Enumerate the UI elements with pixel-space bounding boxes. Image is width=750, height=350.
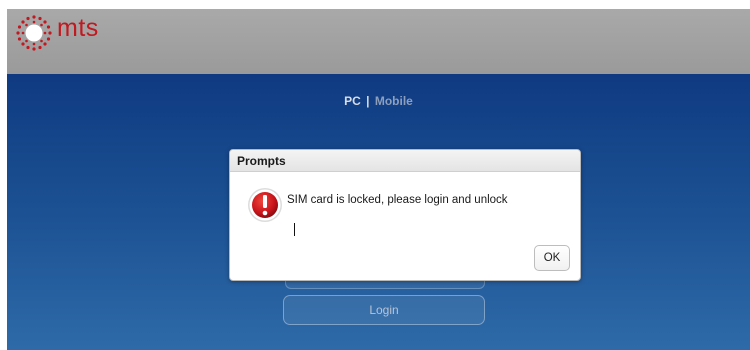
dialog-titlebar: Prompts: [230, 150, 580, 172]
view-switch: PC | Mobile: [7, 94, 750, 108]
router-login-page: mts PC | Mobile Login Prompts SIM card i…: [7, 9, 750, 350]
logo-wordmark: mts: [57, 14, 99, 42]
pc-view-link[interactable]: PC: [344, 94, 361, 108]
dialog-message: SIM card is locked, please login and unl…: [287, 194, 508, 206]
alert-icon: [248, 188, 282, 222]
text-cursor: [294, 223, 295, 236]
mts-logo-mark-icon: [16, 15, 52, 51]
top-header: mts: [7, 9, 750, 74]
dialog-title: Prompts: [237, 154, 286, 168]
ok-button[interactable]: OK: [534, 245, 570, 271]
view-switch-separator: |: [366, 94, 370, 108]
prompts-dialog: Prompts SIM card is locked, please login…: [229, 149, 581, 281]
login-button[interactable]: Login: [283, 295, 485, 325]
mts-logo: mts: [7, 12, 117, 52]
mobile-view-link[interactable]: Mobile: [375, 94, 413, 108]
